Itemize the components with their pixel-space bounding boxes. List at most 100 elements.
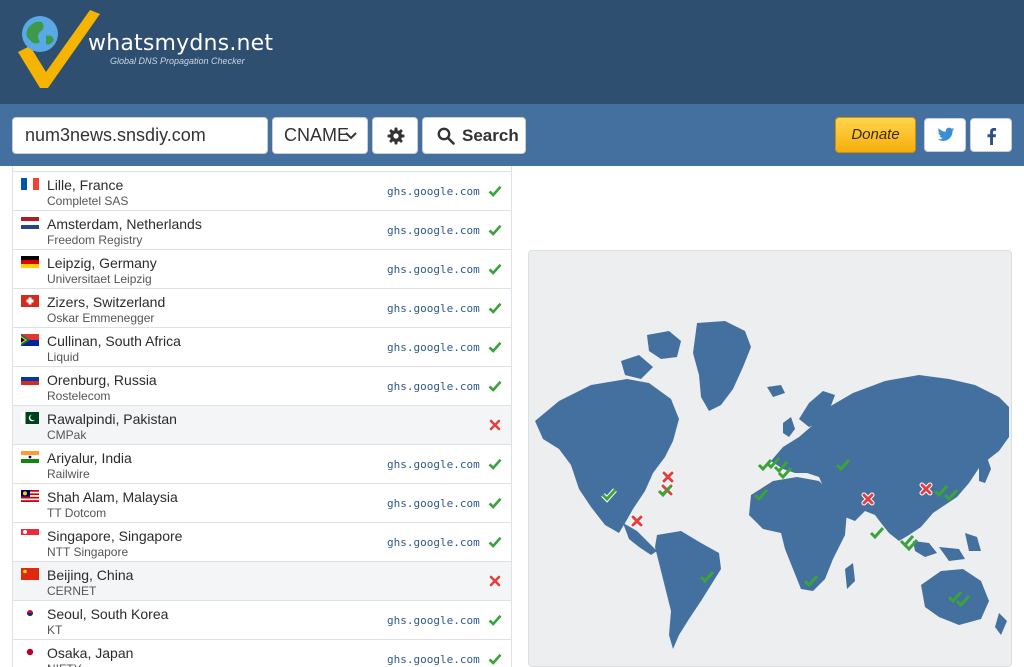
result-provider: KT <box>47 623 63 637</box>
result-provider: Freedom Registry <box>47 233 143 247</box>
check-icon <box>488 653 502 665</box>
check-icon <box>488 497 502 509</box>
twitter-share-button[interactable] <box>924 118 966 152</box>
check-icon <box>488 614 502 626</box>
facebook-share-button[interactable] <box>970 118 1012 152</box>
result-provider: Liquid <box>47 350 80 364</box>
result-location: Cullinan, South Africa <box>47 333 181 349</box>
map-marker-fail[interactable] <box>919 482 933 496</box>
result-location: Leipzig, Germany <box>47 255 157 271</box>
result-provider: Completel SAS <box>47 194 129 208</box>
check-icon <box>488 458 502 470</box>
result-answer[interactable]: ghs.google.com <box>387 302 480 315</box>
result-location: Shah Alam, Malaysia <box>47 489 178 505</box>
flag-za-icon <box>21 334 39 346</box>
result-row[interactable]: Leipzig, Germany Universitaet Leipzig ghs.… <box>13 250 511 289</box>
result-provider: Oskar Emmenegger <box>47 311 155 325</box>
flag-cn-icon <box>21 568 39 580</box>
result-answer[interactable]: ghs.google.com <box>387 185 480 198</box>
record-type-select[interactable]: CNAME <box>272 117 368 154</box>
result-row[interactable]: Orenburg, Russia Rostelecom ghs.google.com <box>13 367 511 406</box>
chevron-down-icon <box>345 132 357 140</box>
result-answer[interactable]: ghs.google.com <box>387 263 480 276</box>
result-provider: CMPak <box>47 428 87 442</box>
check-icon <box>488 536 502 548</box>
results-list: Lille, France Completel SAS ghs.google.com… <box>12 166 512 667</box>
flag-sg-icon <box>21 529 39 541</box>
result-answer[interactable]: ghs.google.com <box>387 224 480 237</box>
flag-pk-icon <box>21 412 39 424</box>
flag-nl-icon <box>21 217 39 229</box>
result-row[interactable]: Singapore, Singapore NTT Singapore ghs.goo… <box>13 523 511 562</box>
result-answer[interactable]: ghs.google.com <box>387 458 480 471</box>
result-row[interactable]: Seoul, South Korea KT ghs.google.com <box>13 601 511 640</box>
check-icon <box>488 380 502 392</box>
result-row[interactable]: Rawalpindi, Pakistan CMPak <box>13 406 511 445</box>
check-icon <box>488 302 502 314</box>
flag-fr-icon <box>21 178 39 190</box>
cross-icon <box>489 419 501 431</box>
twitter-icon <box>937 127 955 141</box>
result-location: Singapore, Singapore <box>47 528 183 544</box>
gear-icon <box>387 127 405 145</box>
check-icon <box>488 224 502 236</box>
search-icon <box>437 127 455 145</box>
result-provider: CERNET <box>47 584 97 598</box>
record-type-value: CNAME <box>284 125 350 145</box>
donate-button[interactable]: Donate <box>835 117 916 153</box>
search-button[interactable]: Search <box>422 117 526 154</box>
result-row[interactable]: Beijing, China CERNET <box>13 562 511 601</box>
world-map <box>535 321 1009 649</box>
site-tagline: Global DNS Propagation Checker <box>110 56 245 66</box>
flag-de-icon <box>21 256 39 268</box>
map-marker-fail[interactable] <box>861 492 875 506</box>
result-location: Orenburg, Russia <box>47 372 157 388</box>
result-row[interactable]: Ariyalur, India Railwire ghs.google.com <box>13 445 511 484</box>
result-row[interactable]: Lille, France Completel SAS ghs.google.com <box>13 172 511 211</box>
result-answer[interactable]: ghs.google.com <box>387 536 480 549</box>
map-marker-fail[interactable] <box>661 470 675 484</box>
result-answer[interactable]: ghs.google.com <box>387 653 480 666</box>
result-location: Beijing, China <box>47 567 134 583</box>
result-provider: NIFTY <box>47 662 82 667</box>
result-row[interactable]: Shah Alam, Malaysia TT Dotcom ghs.google.c… <box>13 484 511 523</box>
result-row[interactable]: Cullinan, South Africa Liquid ghs.google.c… <box>13 328 511 367</box>
result-answer[interactable]: ghs.google.com <box>387 497 480 510</box>
result-location: Amsterdam, Netherlands <box>47 216 202 232</box>
result-location: Osaka, Japan <box>47 645 134 661</box>
result-location: Zizers, Switzerland <box>47 294 166 310</box>
result-location: Lille, France <box>47 177 124 193</box>
result-provider: Railwire <box>47 467 90 481</box>
result-provider: NTT Singapore <box>47 545 129 559</box>
result-provider: Rostelecom <box>47 389 111 403</box>
site-header: whatsmydns.net Global DNS Propagation Ch… <box>0 0 1024 104</box>
flag-kr-icon <box>21 607 39 619</box>
domain-input[interactable]: num3news.snsdiy.com <box>12 117 268 154</box>
map-marker-fail[interactable] <box>630 514 644 528</box>
result-provider: Universitaet Leipzig <box>47 272 152 286</box>
check-icon <box>488 185 502 197</box>
result-row[interactable]: Zizers, Switzerland Oskar Emmenegger ghs.g… <box>13 289 511 328</box>
result-answer[interactable]: ghs.google.com <box>387 341 480 354</box>
result-answer[interactable]: ghs.google.com <box>387 614 480 627</box>
settings-button[interactable] <box>372 117 418 154</box>
cross-icon <box>489 575 501 587</box>
result-answer[interactable]: ghs.google.com <box>387 380 480 393</box>
world-landmass <box>535 321 1009 649</box>
map-marker-ok[interactable] <box>869 527 885 540</box>
result-row[interactable]: Amsterdam, Netherlands Freedom Registry gh… <box>13 211 511 250</box>
result-location: Ariyalur, India <box>47 450 132 466</box>
flag-jp-icon <box>21 646 39 658</box>
flag-ch-icon <box>21 295 39 307</box>
check-icon <box>488 263 502 275</box>
search-button-label: Search <box>462 126 519 145</box>
facebook-icon <box>987 128 997 145</box>
propagation-map <box>528 250 1012 667</box>
result-location: Rawalpindi, Pakistan <box>47 411 177 427</box>
flag-in-icon <box>21 451 39 463</box>
check-icon <box>488 341 502 353</box>
site-name[interactable]: whatsmydns.net <box>88 31 273 56</box>
result-provider: TT Dotcom <box>47 506 107 520</box>
flag-ru-icon <box>21 373 39 385</box>
result-row[interactable]: Osaka, JapanNIFTY ghs.google.com <box>13 640 511 667</box>
